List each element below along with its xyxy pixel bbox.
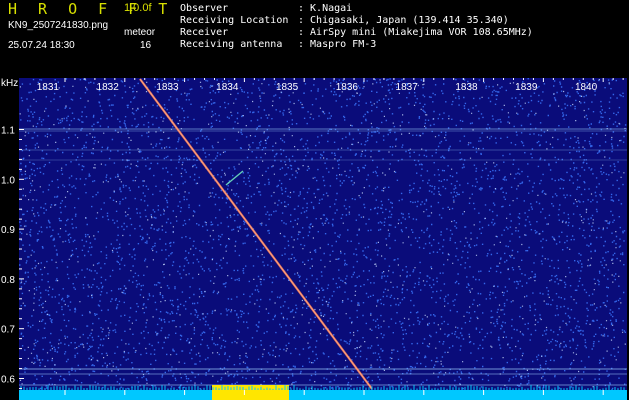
baseline-bar [19,390,627,400]
observer-value: : K.Nagai [298,3,353,14]
activity-bar [212,385,289,400]
x-tick-label: 1837 [396,82,419,93]
x-tick-label: 1840 [575,82,598,93]
y-tick-label: 0.6 [1,375,15,386]
header-panel: H R O F F T 1.0.0f KN9_2507241830.png me… [0,0,629,77]
datetime-label: 25.07.24 18:30 [8,40,75,51]
spectrogram-plot: 1831 1832 1833 1834 1835 1836 1837 1838 1839 1840… [0,77,629,400]
spectrogram-background [19,78,627,391]
x-tick-label: 1836 [336,82,359,93]
y-tick-label: 0.9 [1,225,15,236]
observer-label: Observer [180,3,229,14]
y-tick-label: 0.7 [1,325,15,336]
mode-label: meteor [124,27,156,38]
x-tick-label: 1833 [156,82,179,93]
antenna-value: : Maspro FM-3 [298,39,377,50]
receiver-label: Receiver [180,27,229,38]
y-tick-label: 1.1 [1,126,15,137]
location-value: : Chigasaki, Japan (139.414 35.340) [298,15,509,26]
y-tick-label: 0.8 [1,275,15,286]
x-tick-label: 1839 [515,82,538,93]
version-label: 1.0.0f [124,2,152,14]
antenna-label: Receiving antenna [180,39,283,50]
y-axis-unit: kHz [1,78,18,89]
filename-label: KN9_2507241830.png [8,20,109,31]
count-label: 16 [140,40,152,51]
receiver-value: : AirSpy mini (Miakejima VOR 108.65MHz) [298,27,533,38]
x-tick-label: 1835 [276,82,299,93]
y-tick-label: 1.0 [1,175,15,186]
x-tick-label: 1834 [216,82,239,93]
x-tick-label: 1831 [37,82,60,93]
x-tick-label: 1838 [455,82,478,93]
location-label: Receiving Location [180,15,289,26]
x-tick-label: 1832 [97,82,120,93]
